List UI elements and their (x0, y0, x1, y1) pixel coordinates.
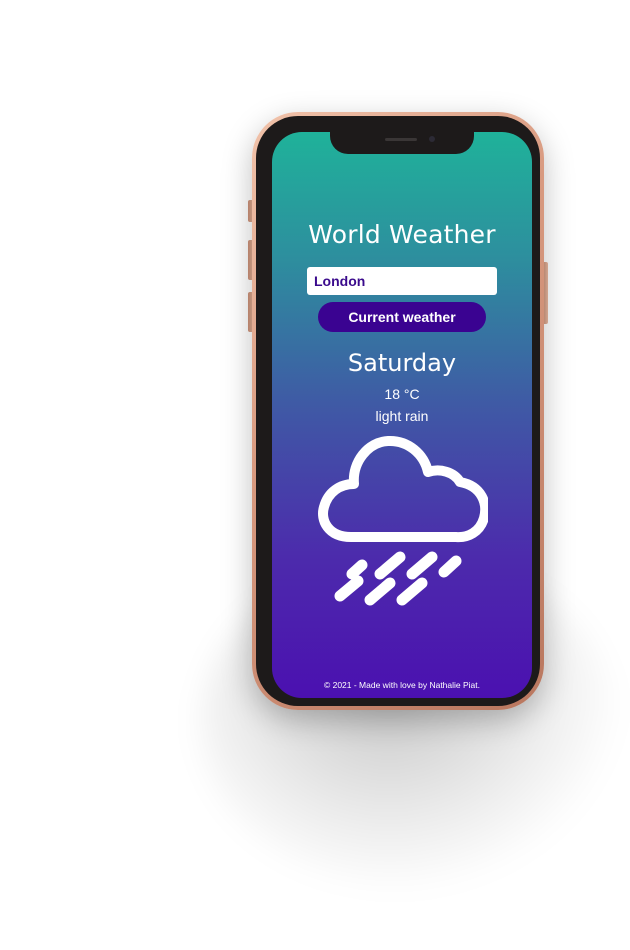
speaker-grille (385, 138, 417, 141)
front-camera (429, 136, 435, 142)
mockup-stage: World Weather Current weather Saturday 1… (0, 0, 630, 950)
weather-description: light rain (375, 408, 429, 424)
city-search-input[interactable] (307, 267, 497, 295)
rain-cloud-icon (318, 436, 488, 606)
phone-frame: World Weather Current weather Saturday 1… (252, 112, 544, 710)
weather-temperature: 18 °C (384, 386, 420, 402)
phone-bezel: World Weather Current weather Saturday 1… (256, 116, 540, 706)
weather-day: Saturday (347, 349, 457, 377)
app-screen: World Weather Current weather Saturday 1… (272, 132, 532, 698)
footer-credit: © 2021 - Made with love by Nathalie Piat… (323, 680, 481, 690)
phone-notch (330, 132, 474, 154)
page-title: World Weather (308, 220, 496, 249)
current-weather-button[interactable]: Current weather (318, 302, 486, 332)
